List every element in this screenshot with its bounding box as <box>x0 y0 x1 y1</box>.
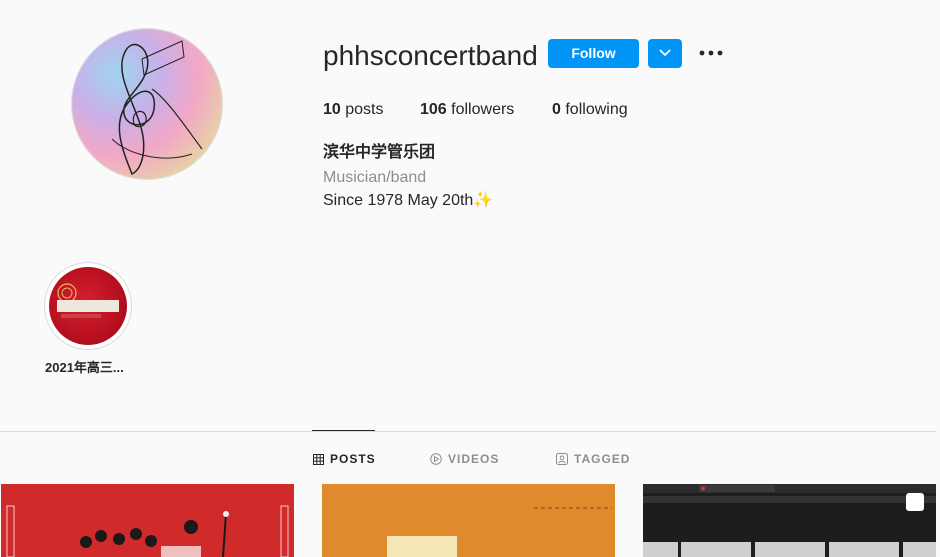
bio-category: Musician/band <box>323 169 427 186</box>
profile-avatar[interactable] <box>72 29 222 179</box>
highlight-cover <box>49 267 127 345</box>
suggested-dropdown-button[interactable] <box>648 39 682 68</box>
highlight-label: 2021年高三... <box>45 360 124 375</box>
tab-posts-label: POSTS <box>330 452 376 466</box>
grid-icon <box>313 454 324 465</box>
chevron-down-icon <box>659 49 671 57</box>
more-options-button[interactable] <box>698 43 724 63</box>
highlight-cover-art <box>57 283 119 318</box>
story-highlight[interactable] <box>45 263 131 349</box>
posts-count: 10 <box>323 101 341 118</box>
followers-count: 106 <box>420 101 447 118</box>
bio-full-name: 滨华中学管乐团 <box>323 144 436 161</box>
followers-stat[interactable]: 106 followers <box>420 100 514 120</box>
ellipsis-icon <box>699 50 723 56</box>
following-stat[interactable]: 0 following <box>552 100 628 120</box>
followers-label: followers <box>451 101 515 118</box>
bio-text: Since 1978 May 20th✨ <box>323 192 494 209</box>
tab-posts[interactable]: POSTS <box>313 451 376 467</box>
post-image <box>6 505 289 557</box>
tab-videos[interactable]: VIDEOS <box>430 451 499 467</box>
post-image <box>643 484 936 557</box>
follow-button[interactable]: Follow <box>548 39 639 68</box>
tabs-divider <box>0 431 936 432</box>
tagged-icon <box>556 453 568 465</box>
profile-username: phhsconcertband <box>323 40 538 71</box>
tab-videos-label: VIDEOS <box>448 452 500 466</box>
tab-tagged-label: TAGGED <box>574 452 631 466</box>
post-thumbnail[interactable] <box>322 484 615 557</box>
following-count: 0 <box>552 101 561 118</box>
post-thumbnail[interactable] <box>643 484 936 557</box>
tab-tagged[interactable]: TAGGED <box>556 451 630 467</box>
post-thumbnail[interactable] <box>1 484 294 557</box>
treble-clef-logo <box>111 40 203 176</box>
posts-stat: 10 posts <box>323 100 384 120</box>
post-image <box>387 507 612 557</box>
following-label: following <box>565 101 628 118</box>
play-icon <box>430 453 442 465</box>
posts-label: posts <box>345 101 384 118</box>
active-tab-indicator <box>312 430 375 431</box>
